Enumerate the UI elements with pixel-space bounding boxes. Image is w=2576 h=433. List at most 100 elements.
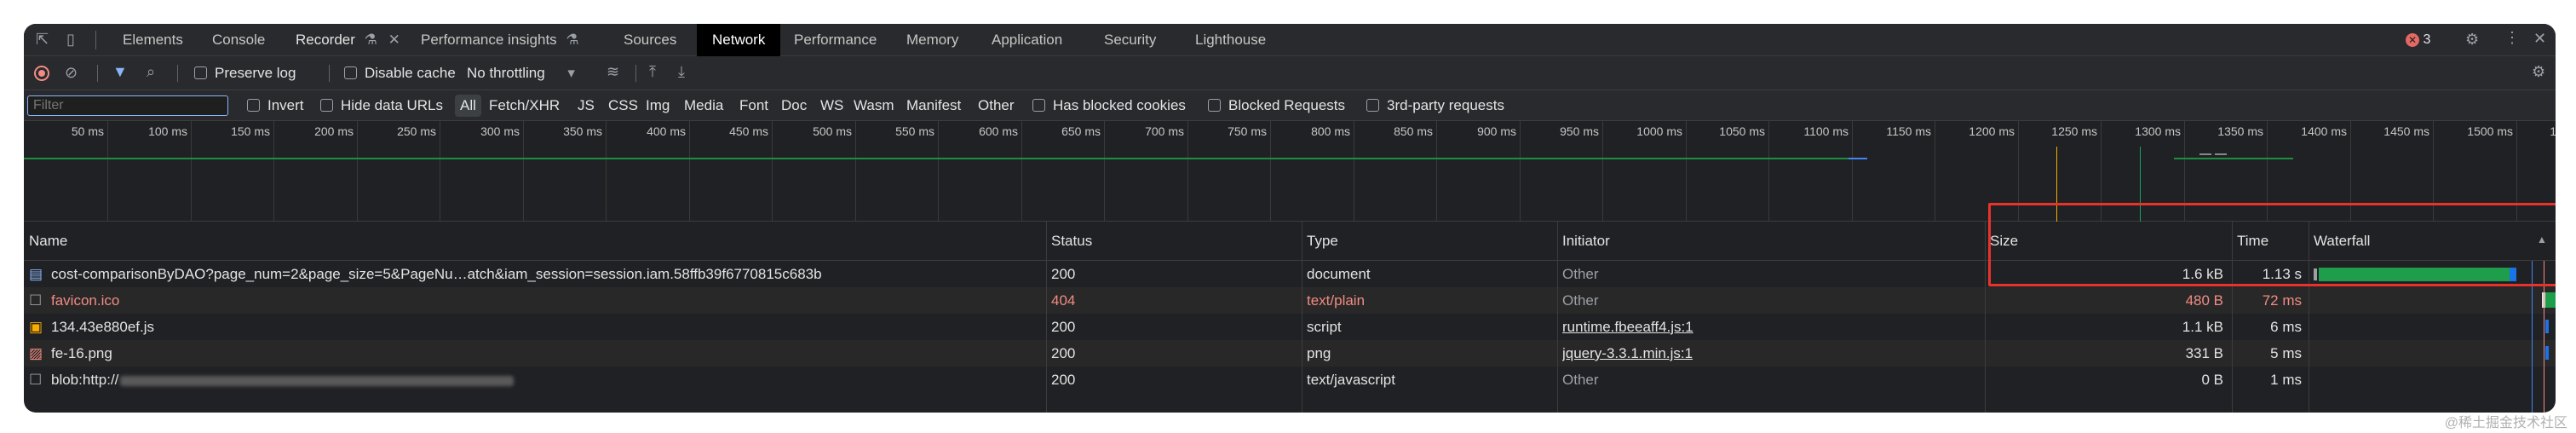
timeline-gridline [938,121,939,222]
column-header-status[interactable]: Status [1046,222,1302,261]
type-filter-all[interactable]: All [455,95,481,117]
request-status: 404 [1051,292,1076,309]
timeline-gridline [1187,121,1188,222]
column-header-type[interactable]: Type [1302,222,1557,261]
type-filter-doc[interactable]: Doc [781,97,807,114]
tab-memory[interactable]: Memory [906,24,958,56]
type-filter-css[interactable]: CSS [608,97,638,114]
timeline-gridline [1520,121,1521,222]
timeline-tick-label: 400 ms [647,124,686,138]
timeline-gridline [1602,121,1603,222]
tab-performance-insights[interactable]: Performance insights ⚗ [421,24,579,56]
hide-data-urls-checkbox[interactable] [320,99,333,112]
request-name: fe-16.png [51,345,112,361]
request-initiator: Other [1562,292,1599,309]
file-icon: ☐ [29,372,43,388]
request-status: 200 [1051,345,1076,361]
type-filter-wasm[interactable]: Wasm [854,97,894,114]
timeline-tick-label: 900 ms [1477,124,1516,138]
tab-application[interactable]: Application [992,24,1062,56]
timeline-tick-label: 550 ms [895,124,934,138]
tab-recorder-label: Recorder [296,32,355,48]
type-filter-ws[interactable]: WS [820,97,843,114]
timeline-gridline [1270,121,1271,222]
column-divider[interactable] [1046,222,1047,413]
request-status: 200 [1051,266,1076,282]
invert-checkbox[interactable] [247,99,260,112]
request-initiator-link[interactable]: jquery-3.3.1.min.js:1 [1562,340,1693,367]
table-row[interactable]: ▣ 134.43e880ef.js 200 script runtime.fbe… [24,314,2556,340]
watermark: @稀土掘金技术社区 [2444,416,2567,430]
timeline-gridline [689,121,690,222]
export-har-icon[interactable]: ⤓ [678,63,685,81]
tab-elements[interactable]: Elements [123,24,183,56]
waterfall-bar [2545,320,2549,333]
timeline-gridline [1852,121,1853,222]
tab-performance[interactable]: Performance [794,24,877,56]
waterfall-bar [2545,346,2549,360]
disable-cache-checkbox[interactable] [344,66,357,79]
type-filter-other[interactable]: Other [978,97,1015,114]
inspect-element-icon[interactable]: ⇱ [36,31,49,49]
request-initiator-link[interactable]: runtime.fbeeaff4.js:1 [1562,314,1693,340]
request-name: cost-comparisonByDAO?page_num=2&page_siz… [51,266,822,282]
type-filter-js[interactable]: JS [578,97,595,114]
error-badge[interactable]: ✕ 3 [2406,30,2430,50]
import-har-icon[interactable]: ⤒ [649,63,656,81]
timeline-tick-label: 850 ms [1394,124,1433,138]
type-filter-manifest[interactable]: Manifest [906,97,961,114]
record-button[interactable] [34,66,49,81]
script-icon: ▣ [29,319,43,335]
clear-icon[interactable]: ⊘ [65,64,78,82]
request-time: 1 ms [2270,372,2302,388]
tab-network[interactable]: Network [697,24,781,56]
table-row[interactable]: ☐ favicon.ico 404 text/plain Other 480 B… [24,287,2556,314]
device-toolbar-icon[interactable]: ▯ [66,31,75,49]
tab-recorder[interactable]: Recorder ⚗ ✕ [296,24,400,56]
search-icon[interactable]: ⌕ [147,63,155,81]
tab-security[interactable]: Security [1104,24,1156,56]
filter-icon[interactable]: ▼ [112,63,128,81]
table-row[interactable]: ▨ fe-16.png 200 png jquery-3.3.1.min.js:… [24,340,2556,367]
more-options-icon[interactable]: ⋮ [2504,29,2520,47]
request-type: text/plain [1307,292,1366,309]
timeline-tick-label: 1100 ms [1803,124,1849,138]
tab-sources[interactable]: Sources [624,24,676,56]
timeline-tick-label: 100 ms [148,124,187,138]
filter-input[interactable] [27,95,228,116]
preserve-log-label: Preserve log [215,65,296,81]
throttling-select[interactable]: No throttling ▾ [467,65,575,82]
type-filter-media[interactable]: Media [684,97,723,114]
request-size: 1.1 kB [2182,319,2223,335]
type-filter-fetch-xhr[interactable]: Fetch/XHR [489,97,560,114]
settings-gear-icon[interactable]: ⚙ [2465,31,2479,49]
column-divider[interactable] [1985,222,1986,413]
has-blocked-cookies-checkbox[interactable] [1032,99,1045,112]
timeline-tick-label: 1250 ms [2051,124,2097,138]
network-settings-gear-icon[interactable]: ⚙ [2532,63,2545,81]
error-icon: ✕ [2406,32,2419,47]
timeline-tick-label: 1050 ms [1719,124,1765,138]
divider [635,65,636,82]
column-header-name[interactable]: Name [24,222,1046,261]
request-status: 200 [1051,372,1076,388]
type-filter-img[interactable]: Img [646,97,670,114]
tab-console[interactable]: Console [212,24,265,56]
close-icon[interactable]: ✕ [388,32,400,48]
close-devtools-icon[interactable]: ✕ [2533,30,2546,48]
blocked-requests-checkbox[interactable] [1208,99,1221,112]
table-row[interactable]: ☐ blob:http:// 200 text/javascript Other… [24,367,2556,393]
timeline-tick-label: 1500 ms [2467,124,2513,138]
column-divider[interactable] [1557,222,1558,413]
third-party-label: 3rd-party requests [1387,97,1504,113]
network-conditions-icon[interactable]: ≋ [607,63,619,81]
type-filter-font[interactable]: Font [739,97,768,114]
hide-data-urls-label: Hide data URLs [341,97,444,113]
request-time: 6 ms [2270,319,2302,335]
column-header-initiator[interactable]: Initiator [1557,222,1985,261]
tab-lighthouse[interactable]: Lighthouse [1195,24,1266,56]
preserve-log-checkbox[interactable] [194,66,207,79]
timeline-tick-label: 300 ms [480,124,520,138]
third-party-checkbox[interactable] [1366,99,1379,112]
timeline-tick-label: 800 ms [1311,124,1350,138]
